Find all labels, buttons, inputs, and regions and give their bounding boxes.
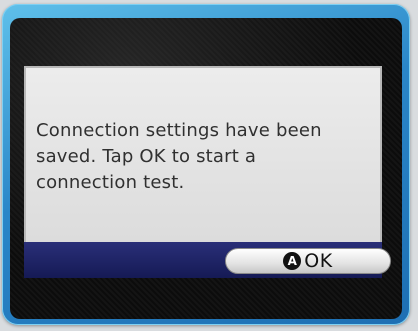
ok-button-label: OK xyxy=(304,250,333,272)
a-button-icon: A xyxy=(283,252,302,270)
message-dialog: Connection settings have been saved. Tap… xyxy=(24,66,382,244)
ok-button[interactable]: A OK xyxy=(225,248,391,274)
dialog-message: Connection settings have been saved. Tap… xyxy=(36,120,322,193)
